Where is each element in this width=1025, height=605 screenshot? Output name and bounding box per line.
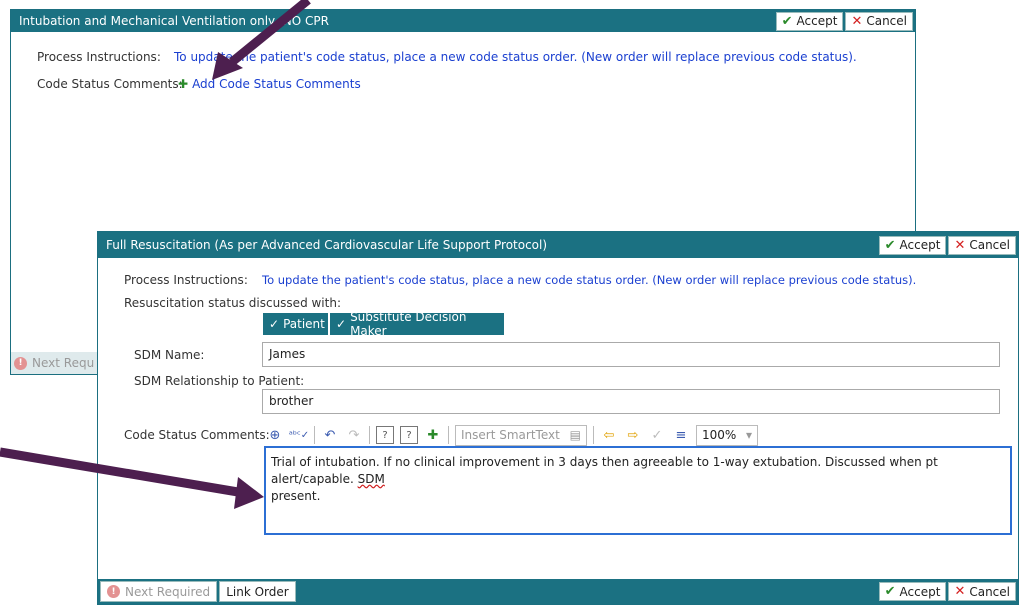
annotation-arrow-top <box>0 0 311 509</box>
